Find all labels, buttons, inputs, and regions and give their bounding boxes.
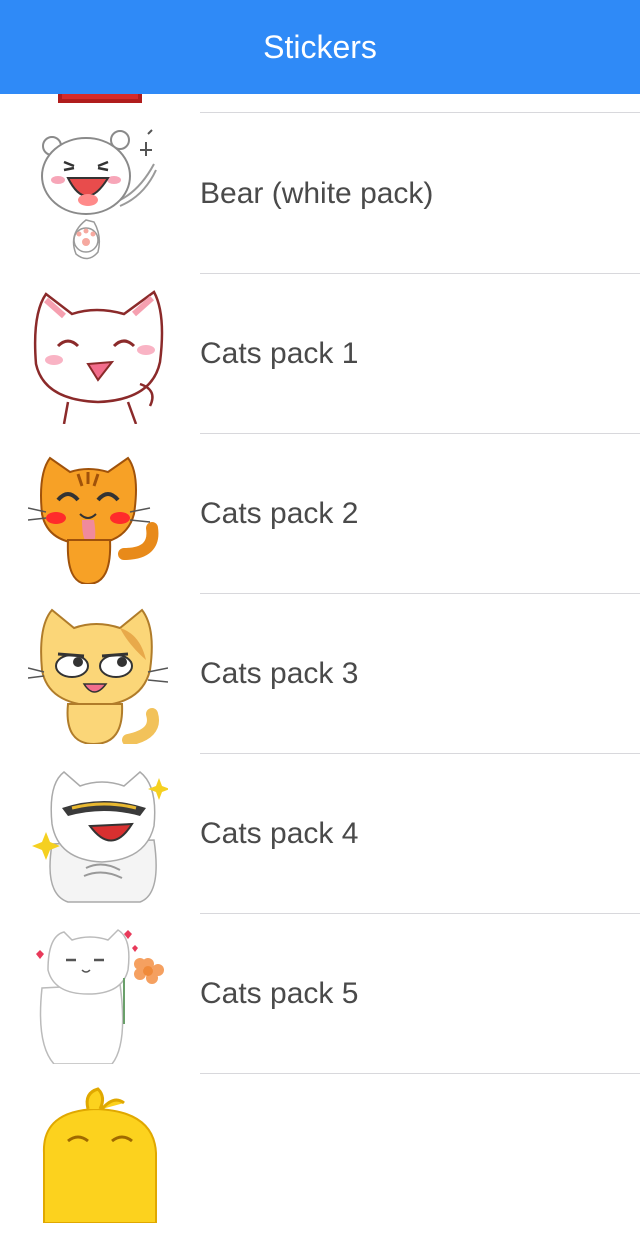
list-item-label: Cats pack 2 xyxy=(200,497,359,530)
white-bear-sticker-icon xyxy=(28,124,168,264)
list-item-label: Cats pack 5 xyxy=(200,977,359,1010)
list-item-cats-pack-5[interactable]: Cats pack 5 xyxy=(0,914,640,1074)
list-item-label: Bear (white pack) xyxy=(200,177,434,210)
navigation-bar: Stickers xyxy=(0,0,640,94)
list-item-cats-pack-4[interactable]: Cats pack 4 xyxy=(0,754,640,914)
page-title: Stickers xyxy=(263,29,377,65)
yellow-cat-sticker-icon xyxy=(27,604,169,746)
list-item-bear-white-pack[interactable]: Bear (white pack) xyxy=(0,114,640,274)
list-item-label: Cats pack 3 xyxy=(200,657,359,690)
list-item-cats-pack-2[interactable]: Cats pack 2 xyxy=(0,434,640,594)
list-item-cats-pack-1[interactable]: Cats pack 1 xyxy=(0,274,640,434)
orange-tiger-cat-sticker-icon xyxy=(27,444,168,586)
list-item-label: Cats pack 1 xyxy=(200,337,359,370)
list-item-cats-pack-3[interactable]: Cats pack 3 xyxy=(0,594,640,754)
sticker-pack-list: Bear (white pack) Cats pack 1 Cats pack … xyxy=(0,0,640,1224)
white-cat-sticker-icon xyxy=(28,284,168,425)
cool-cat-sunglasses-sticker-icon xyxy=(28,764,170,904)
list-item-partial-bottom[interactable] xyxy=(0,1073,640,1233)
yellow-chick-sticker-icon xyxy=(28,1083,168,1224)
list-item-label: Cats pack 4 xyxy=(200,817,359,850)
white-cat-flower-sticker-icon xyxy=(28,924,168,1065)
row-separator xyxy=(200,112,640,113)
